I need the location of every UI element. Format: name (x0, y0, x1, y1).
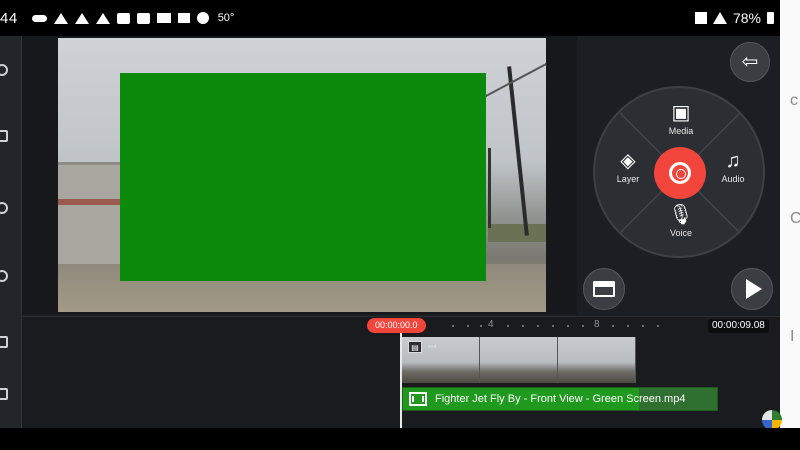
mail-icon (136, 12, 150, 24)
asset-store-button[interactable] (583, 268, 625, 310)
check-icon (177, 13, 190, 23)
film-icon (409, 392, 427, 406)
overlay-clip-label: Fighter Jet Fly By - Front View - Green … (435, 393, 686, 405)
side-text: I (790, 328, 795, 345)
music-icon: ♫ (725, 150, 741, 172)
wifi-icon (74, 12, 89, 24)
voice-button[interactable]: 🎙 Voice (656, 204, 706, 238)
audio-button[interactable]: ♫ Audio (708, 150, 758, 184)
battery-icon (767, 12, 774, 24)
video-clip[interactable]: ▤ ••• (402, 337, 636, 383)
clip-frame (558, 337, 636, 383)
side-text: C (790, 210, 800, 227)
mute-icon (694, 12, 707, 24)
exit-icon: ⇦ (741, 51, 759, 73)
navigation-bar (0, 428, 800, 450)
share-icon[interactable] (0, 202, 8, 214)
total-duration: 00:00:09.08 (708, 319, 769, 333)
clip-info: ••• (428, 342, 437, 351)
preview-light-pole (507, 66, 529, 236)
lock-icon[interactable] (0, 388, 8, 400)
wifi-icon (53, 12, 68, 24)
layers-icon: ◈ (620, 150, 636, 172)
preview-building (58, 162, 122, 266)
preview-pole (488, 148, 491, 228)
layer-button[interactable]: ◈ Layer (603, 150, 653, 184)
effects-icon[interactable] (0, 130, 8, 142)
media-button[interactable]: ▣ Media (656, 102, 706, 136)
voicemail-icon (31, 14, 47, 22)
undo-icon[interactable] (0, 64, 8, 76)
media-wheel: ▣ Media ◈ Layer ♫ Audio 🎙 Voice (593, 86, 765, 258)
green-screen-layer[interactable] (120, 73, 486, 281)
exit-button[interactable]: ⇦ (730, 42, 770, 82)
overlay-clip[interactable]: Fighter Jet Fly By - Front View - Green … (402, 387, 718, 411)
store-icon (593, 281, 615, 297)
play-button[interactable] (731, 268, 773, 310)
sun-icon (196, 12, 209, 24)
timeline-menu-icon[interactable] (0, 336, 8, 348)
assistant-icon[interactable] (762, 410, 782, 430)
play-icon (746, 279, 762, 299)
settings-icon[interactable] (0, 270, 8, 282)
facebook-icon (116, 12, 130, 24)
wifi-icon (95, 12, 110, 24)
clip-frame (480, 337, 558, 383)
clip-type-icon: ▤ (408, 341, 422, 353)
playhead[interactable] (400, 333, 402, 429)
status-time: 44 (0, 9, 18, 27)
media-panel: ⇦ ▣ Media ◈ Layer ♫ Audio 🎙 Voice (577, 36, 780, 314)
preview-wire (482, 59, 546, 99)
battery-percent: 78% (732, 10, 761, 26)
record-button[interactable] (654, 147, 706, 199)
microphone-icon: 🎙 (668, 204, 694, 226)
ruler-mark-4: 4 (488, 319, 494, 330)
timeline[interactable]: 4 8 00:00:00.0 00:00:09.08 ▤ ••• Fighter (22, 316, 780, 429)
playhead-time: 00:00:00.0 (367, 318, 426, 333)
camera-icon (669, 162, 691, 184)
status-temperature: 50° (217, 12, 235, 24)
status-bar: 44 50° 78% (0, 0, 780, 36)
signal-icon (712, 12, 727, 24)
ruler-mark-8: 8 (594, 319, 600, 330)
side-text: c (790, 92, 798, 109)
video-preview[interactable] (58, 38, 546, 312)
preview-grass (488, 224, 546, 242)
media-icon: ▣ (671, 102, 691, 124)
left-toolbar (0, 36, 22, 428)
video-editor: ⇦ ▣ Media ◈ Layer ♫ Audio 🎙 Voice 4 8 00… (0, 36, 780, 429)
video-icon (156, 13, 171, 23)
